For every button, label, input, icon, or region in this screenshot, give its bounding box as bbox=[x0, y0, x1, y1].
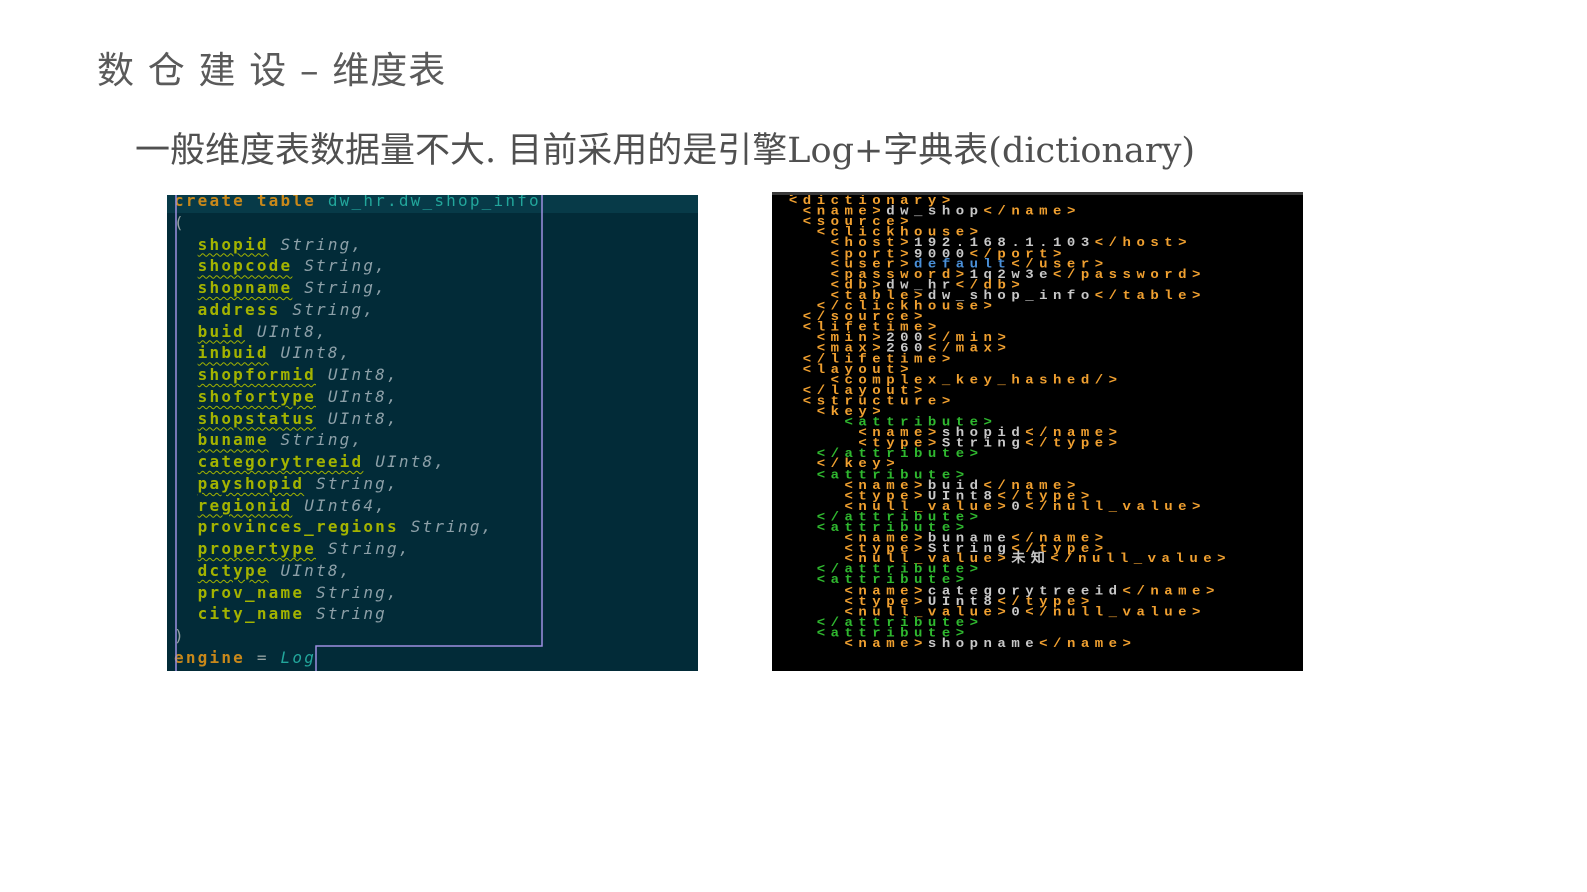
xml-tag: </null_value> bbox=[1025, 604, 1206, 620]
xml-line: <name>shopname</name> bbox=[775, 636, 1136, 651]
xml-tag: </null_value> bbox=[1025, 499, 1206, 515]
xml-tag: </null_value> bbox=[1050, 552, 1232, 568]
xml-tag: </host> bbox=[1094, 235, 1193, 252]
sql-code-screenshot: create table dw_hr.dw_shop_info ( shopid… bbox=[167, 195, 698, 671]
text-selection-outline bbox=[175, 195, 543, 671]
xml-value: shopname bbox=[927, 636, 1040, 652]
slide-title: 数 仓 建 设 – 维度表 bbox=[97, 49, 447, 92]
slide-subtitle: 一般维度表数据量不大. 目前采用的是引擎Log+字典表(dictionary) bbox=[135, 131, 1196, 171]
xml-tag: <name> bbox=[775, 636, 928, 652]
xml-tag: </password> bbox=[1053, 267, 1206, 283]
xml-tag: </type> bbox=[1025, 436, 1123, 452]
xml-value: 0 bbox=[1011, 499, 1026, 515]
xml-dictionary-config-screenshot: <yandex> <dictionary> <name>dw_shop</nam… bbox=[772, 192, 1303, 671]
xml-tag: </name> bbox=[1039, 636, 1137, 652]
xml-value: 0 bbox=[1011, 604, 1026, 620]
xml-tag: </name> bbox=[1122, 583, 1220, 599]
xml-tag: </name> bbox=[983, 204, 1081, 220]
xml-code: <yandex> <dictionary> <name>dw_shop</nam… bbox=[775, 195, 1232, 651]
xml-value: 未知 bbox=[1011, 552, 1051, 568]
xml-tag: </table> bbox=[1094, 288, 1206, 304]
